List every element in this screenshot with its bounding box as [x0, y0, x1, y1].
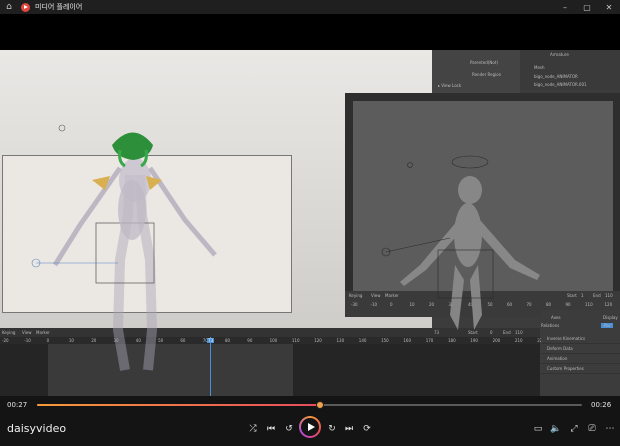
previous-button[interactable]: ⏮ — [263, 421, 279, 437]
seek-bar[interactable] — [37, 401, 582, 409]
video-frame: Parented(Not) Render Region ▸ View Lock … — [0, 50, 620, 396]
seek-progress — [37, 404, 321, 406]
total-time: 00:26 — [591, 401, 612, 409]
subtitles-button[interactable]: ▭ — [530, 421, 546, 437]
volume-button[interactable]: 🔈 — [548, 421, 564, 437]
repeat-off-icon: ⟳ — [363, 424, 371, 434]
forward-30-icon: ↻ — [328, 424, 336, 434]
rewind-button[interactable]: ↺ — [281, 421, 297, 437]
more-icon: ⋯ — [605, 424, 615, 434]
cast-button[interactable]: ⎚ — [584, 421, 600, 437]
fullscreen-button[interactable]: ⤢ — [566, 421, 582, 437]
fullscreen-icon: ⤢ — [570, 424, 578, 434]
window-title: 미디어 플레이어 — [35, 3, 83, 11]
shuffle-icon: ⤮ — [249, 424, 257, 434]
current-time: 00:27 — [7, 401, 28, 409]
more-button[interactable]: ⋯ — [602, 421, 618, 437]
brand-logo: daisyvideo — [7, 422, 67, 435]
character-figures — [31, 124, 540, 371]
cast-icon: ⎚ — [588, 424, 596, 434]
next-icon: ⏭ — [344, 424, 354, 434]
play-button[interactable] — [299, 416, 321, 438]
play-icon — [307, 423, 315, 431]
next-button[interactable]: ⏭ — [341, 421, 357, 437]
forward-button[interactable]: ↻ — [324, 421, 340, 437]
previous-icon: ⏮ — [266, 424, 276, 434]
player-controls: 00:27 00:26 daisyvideo ⤮ ⏮ ↺ ↻ ⏭ ⟳ ▭ 🔈 ⤢… — [0, 396, 620, 446]
volume-icon: 🔈 — [550, 424, 562, 434]
maximize-button[interactable]: ▢ — [576, 0, 598, 14]
close-button[interactable]: ✕ — [598, 0, 620, 14]
seek-thumb[interactable] — [316, 401, 325, 409]
media-player-icon — [21, 2, 30, 12]
title-bar: ⌂ 미디어 플레이어 – ▢ ✕ — [0, 0, 620, 14]
subtitles-icon: ▭ — [533, 424, 543, 434]
shuffle-button[interactable]: ⤮ — [245, 421, 261, 437]
home-icon[interactable]: ⌂ — [0, 0, 18, 14]
rewind-10-icon: ↺ — [285, 424, 293, 434]
repeat-button[interactable]: ⟳ — [359, 421, 375, 437]
minimize-button[interactable]: – — [554, 0, 576, 14]
video-surface[interactable]: Parented(Not) Render Region ▸ View Lock … — [0, 14, 620, 396]
